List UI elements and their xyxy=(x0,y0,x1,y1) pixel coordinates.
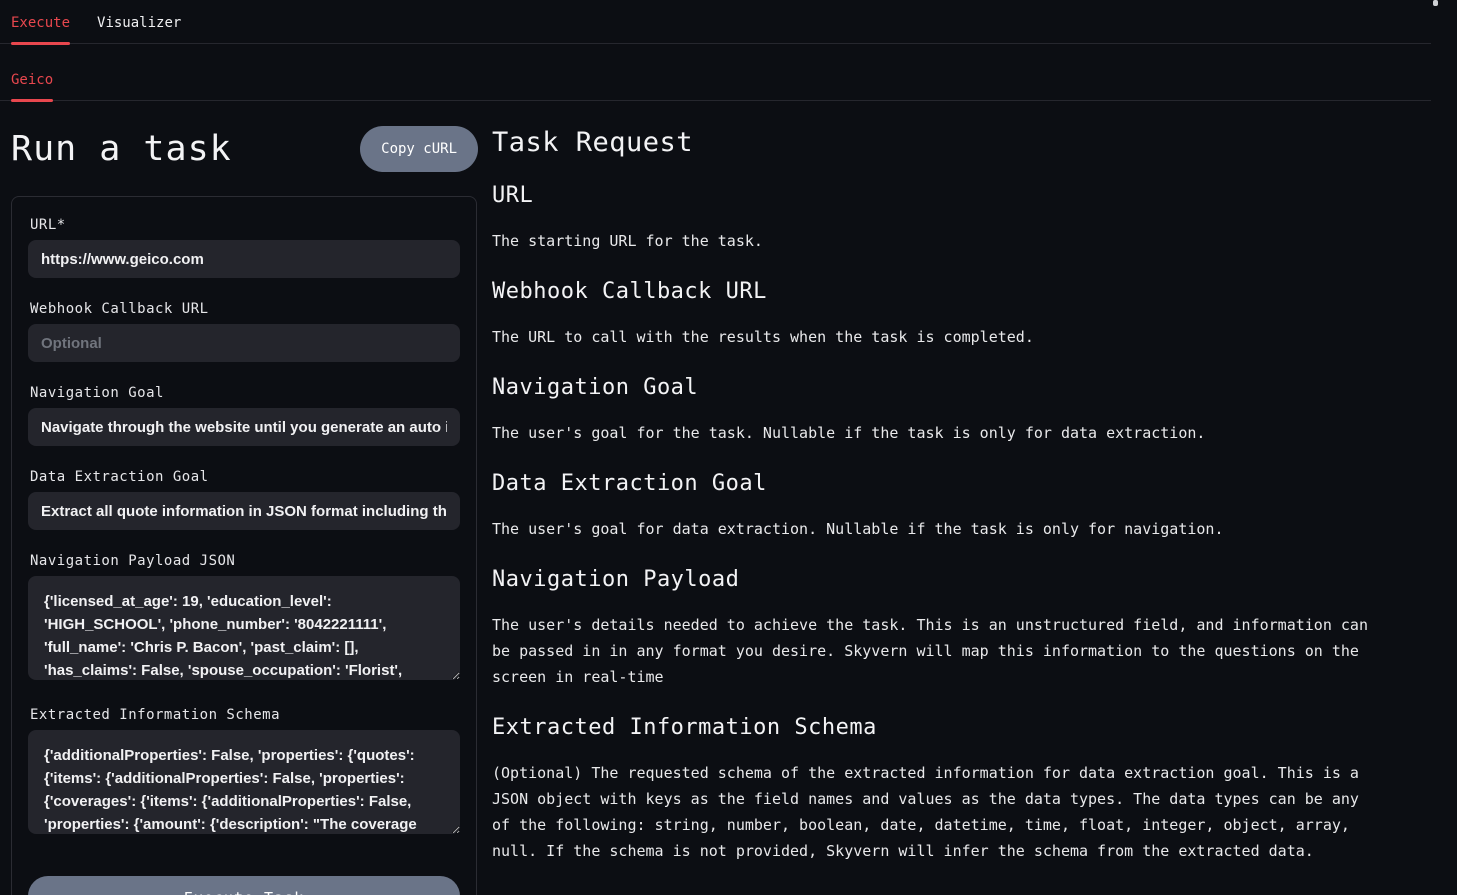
task-request-docs-panel: Task Request URL The starting URL for th… xyxy=(492,120,1432,895)
url-input[interactable] xyxy=(28,240,460,278)
field-group-data-extraction-goal: Data Extraction Goal xyxy=(28,469,460,530)
field-group-navigation-payload: Navigation Payload JSON {'licensed_at_ag… xyxy=(28,553,460,684)
navigation-goal-input[interactable] xyxy=(28,408,460,446)
navigation-payload-json-textarea[interactable]: {'licensed_at_age': 19, 'education_level… xyxy=(28,576,460,680)
copy-curl-button[interactable]: Copy cURL xyxy=(360,126,478,172)
data-extraction-goal-input[interactable] xyxy=(28,492,460,530)
extracted-information-schema-textarea[interactable]: {'additionalProperties': False, 'propert… xyxy=(28,730,460,834)
field-group-webhook: Webhook Callback URL xyxy=(28,301,460,362)
doc-body-navigation-goal: The user's goal for the task. Nullable i… xyxy=(492,420,1382,446)
main-content: Run a task Copy cURL URL* Webhook Callba… xyxy=(0,101,1457,895)
doc-body-extracted-information-schema: (Optional) The requested schema of the e… xyxy=(492,760,1382,864)
doc-section-data-extraction-goal: Data Extraction Goal The user's goal for… xyxy=(492,471,1432,542)
url-label: URL* xyxy=(30,217,460,233)
doc-body-navigation-payload: The user's details needed to achieve the… xyxy=(492,612,1382,690)
secondary-tabbar: Geico xyxy=(0,44,1431,101)
task-form-panel: Run a task Copy cURL URL* Webhook Callba… xyxy=(11,120,478,895)
doc-heading-data-extraction-goal: Data Extraction Goal xyxy=(492,471,1432,496)
doc-heading-webhook-callback-url: Webhook Callback URL xyxy=(492,279,1432,304)
primary-tabbar: Execute Visualizer xyxy=(0,0,1431,44)
doc-section-extracted-information-schema: Extracted Information Schema (Optional) … xyxy=(492,715,1432,864)
docs-title: Task Request xyxy=(492,127,1432,158)
tab-geico[interactable]: Geico xyxy=(11,72,53,100)
task-form-header: Run a task Copy cURL xyxy=(11,120,478,178)
doc-heading-extracted-information-schema: Extracted Information Schema xyxy=(492,715,1432,740)
doc-body-url: The starting URL for the task. xyxy=(492,228,1382,254)
field-group-extracted-schema: Extracted Information Schema {'additiona… xyxy=(28,707,460,838)
doc-section-url: URL The starting URL for the task. xyxy=(492,183,1432,254)
doc-heading-navigation-goal: Navigation Goal xyxy=(492,375,1432,400)
navigation-goal-label: Navigation Goal xyxy=(30,385,460,401)
page-title: Run a task xyxy=(11,129,232,169)
doc-section-navigation-goal: Navigation Goal The user's goal for the … xyxy=(492,375,1432,446)
field-group-url: URL* xyxy=(28,217,460,278)
doc-heading-navigation-payload: Navigation Payload xyxy=(492,567,1432,592)
extracted-information-schema-label: Extracted Information Schema xyxy=(30,707,460,723)
task-form-card: URL* Webhook Callback URL Navigation Goa… xyxy=(11,196,477,895)
doc-section-webhook-callback-url: Webhook Callback URL The URL to call wit… xyxy=(492,279,1432,350)
tab-execute[interactable]: Execute xyxy=(11,15,70,43)
doc-body-webhook-callback-url: The URL to call with the results when th… xyxy=(492,324,1382,350)
doc-body-data-extraction-goal: The user's goal for data extraction. Nul… xyxy=(492,516,1382,542)
webhook-callback-url-input[interactable] xyxy=(28,324,460,362)
doc-heading-url: URL xyxy=(492,183,1432,208)
tab-visualizer[interactable]: Visualizer xyxy=(97,15,181,43)
field-group-navigation-goal: Navigation Goal xyxy=(28,385,460,446)
doc-section-navigation-payload: Navigation Payload The user's details ne… xyxy=(492,567,1432,690)
webhook-callback-url-label: Webhook Callback URL xyxy=(30,301,460,317)
execute-task-button[interactable]: Execute Task xyxy=(28,876,460,895)
page-scrollbar-thumb[interactable] xyxy=(1433,0,1438,6)
navigation-payload-json-label: Navigation Payload JSON xyxy=(30,553,460,569)
data-extraction-goal-label: Data Extraction Goal xyxy=(30,469,460,485)
